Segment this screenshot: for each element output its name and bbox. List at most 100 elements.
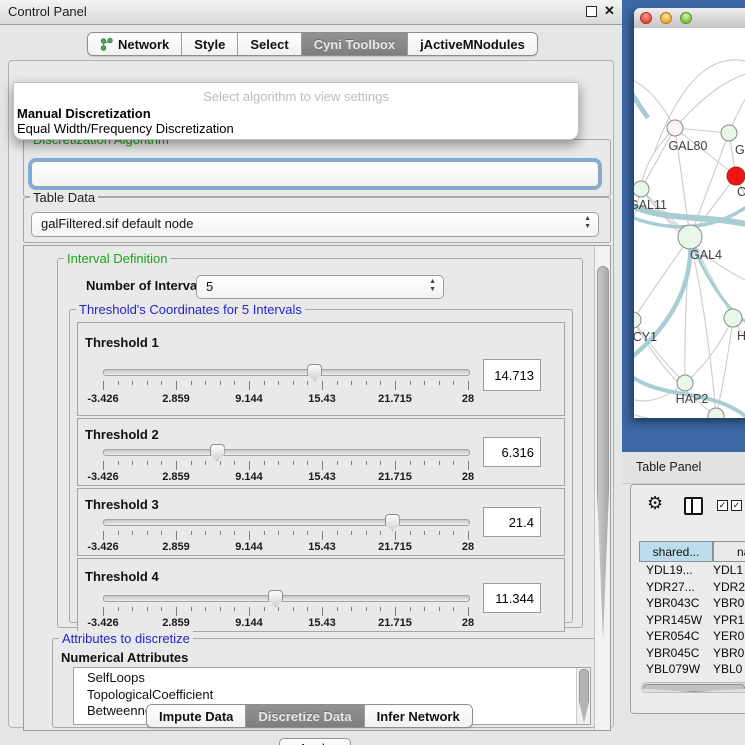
slider-tick [424,381,425,385]
slider-tick [118,461,119,465]
slider-tick [118,531,119,535]
network-canvas[interactable]: GAL80GACGAL11GAL4GCY1HHAP2 [634,28,745,418]
slider-tick-label: 2.859 [162,471,190,483]
checkbox-icon[interactable]: ✓ [731,500,742,511]
slider-tick [424,531,425,535]
column-browser-icon[interactable] [684,497,703,515]
table-row[interactable]: YER054CYER0 [639,628,745,645]
table-row[interactable]: YBL079WYBL0 [639,661,745,678]
slider-tick [322,461,323,470]
table-row[interactable]: YDL19...YDL1 [639,562,745,579]
network-node[interactable] [634,181,649,197]
table-row[interactable]: YBR045CYBR0 [639,645,745,662]
slider-tick-label: 9.144 [235,393,263,405]
horizontal-scrollbar[interactable] [641,682,745,693]
slider-tick [453,607,454,611]
gear-icon[interactable]: ⚙ [647,493,663,514]
tab-style[interactable]: Style [182,33,238,55]
slider-tick [249,381,250,390]
slider-tick [278,531,279,535]
slider-thumb[interactable] [307,364,322,381]
threshold-value-input[interactable]: 14.713 [483,359,541,391]
float-window-icon[interactable] [586,6,597,17]
table-data-combobox[interactable]: galFiltered.sif default node ▲▼ [31,212,599,237]
cell-shared-name: YLR345W [646,679,701,681]
slider-tick [468,607,469,616]
algorithm-combobox[interactable] [31,161,599,187]
table-row[interactable]: YPR145WYPR1 [639,612,745,629]
slider-tick [307,531,308,535]
slider-thumb[interactable] [210,444,225,461]
control-panel-titlebar: Control Panel ✕ [0,0,622,25]
interval-definition-title: Interval Definition [64,251,170,266]
slider-thumb[interactable] [268,590,283,607]
numerical-attributes-label: Numerical Attributes [61,650,188,665]
network-node[interactable] [708,408,724,418]
number-of-intervals-combobox[interactable]: 5 ▲▼ [196,275,444,299]
tab-network[interactable]: Network [88,33,182,55]
attribute-list-item[interactable]: TopologicalCoefficient [87,687,590,704]
network-node[interactable] [724,309,742,327]
close-traffic-light-icon[interactable] [640,12,652,24]
slider-thumb[interactable] [385,514,400,531]
slider-tick [293,607,294,611]
zoom-traffic-light-icon[interactable] [680,12,692,24]
network-node-label: GCY1 [634,330,657,344]
column-header-name[interactable]: na [713,541,745,562]
slider-track[interactable] [103,449,470,456]
threshold-value-input[interactable]: 11.344 [483,583,541,613]
menu-item-equal-width-frequency[interactable]: Equal Width/Frequency Discretization [17,121,234,136]
close-icon[interactable]: ✕ [604,3,615,19]
threshold-label: Threshold 2 [85,427,159,442]
tab-infer-network[interactable]: Infer Network [365,705,472,727]
network-node[interactable] [727,167,745,185]
network-node[interactable] [634,312,641,328]
tab-cyni-toolbox[interactable]: Cyni Toolbox [302,33,408,55]
threshold-label: Threshold 3 [85,497,159,512]
slider-tick [278,461,279,465]
algorithm-placeholder: Select algorithm to view settings [14,89,578,104]
network-node[interactable] [677,375,693,391]
slider-tick-label: -3.426 [87,541,118,553]
tab-impute-data[interactable]: Impute Data [147,705,246,727]
column-header-shared-name[interactable]: shared... [639,541,713,562]
slider-tick [234,607,235,611]
slider-tick-label: -3.426 [87,617,118,629]
checkbox-icon[interactable]: ✓ [717,500,728,511]
tab-jactivemnodules[interactable]: jActiveMNodules [408,33,537,55]
slider-tick-label: 15.43 [308,471,336,483]
menu-item-manual-discretization[interactable]: Manual Discretization [17,106,151,121]
slider-track[interactable] [103,369,470,376]
threshold-panel: Threshold 4-3.4262.8599.14415.4321.71528… [77,558,565,632]
slider-tick [395,607,396,616]
slider-tick-label: 28 [462,393,474,405]
tab-discretize-data[interactable]: Discretize Data [246,705,364,727]
slider-track[interactable] [103,519,470,526]
table-row[interactable]: YBR043CYBR0 [639,595,745,612]
table-row[interactable]: YDR27...YDR2 [639,579,745,596]
threshold-label: Threshold 1 [85,335,159,350]
threshold-value-input[interactable]: 6.316 [483,437,541,467]
network-node[interactable] [678,225,702,249]
cell-name: YPR1 [713,613,744,627]
slider-tick [453,531,454,535]
network-node[interactable] [667,120,683,136]
cell-shared-name: YDR27... [646,580,695,594]
apply-button[interactable]: Apply [279,738,351,745]
tab-select[interactable]: Select [238,33,301,55]
slider-tick [161,461,162,465]
slider-track[interactable] [103,595,470,602]
slider-tick [468,531,469,540]
minimize-traffic-light-icon[interactable] [660,12,672,24]
cell-name: YLR3 [713,679,743,681]
slider-tick [395,461,396,470]
vertical-scrollbar[interactable] [594,246,610,730]
network-window-titlebar[interactable] [634,8,745,29]
attribute-list-item[interactable]: SelfLoops [87,670,590,687]
threshold-value-input[interactable]: 21.4 [483,507,541,537]
list-scrollbar[interactable] [576,668,590,724]
network-node[interactable] [721,125,737,141]
slider-tick-label: 2.859 [162,541,190,553]
table-row[interactable]: YLR345W YLR3 [639,678,745,681]
slider-tick [103,531,104,540]
